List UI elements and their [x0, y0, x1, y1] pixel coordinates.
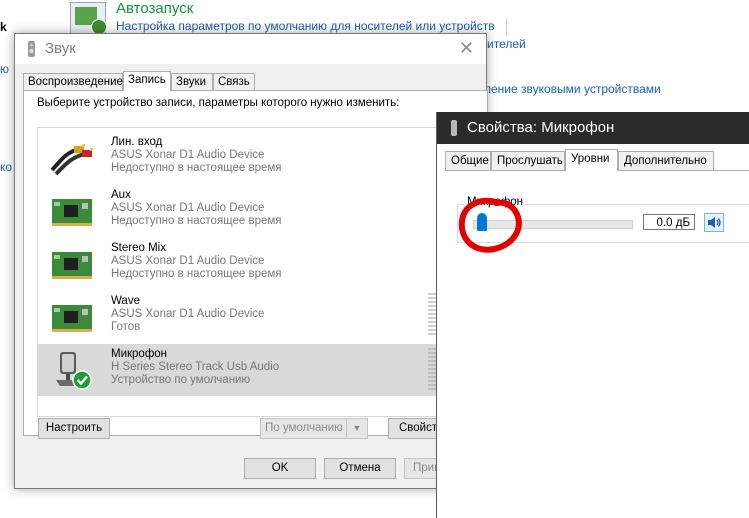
close-icon[interactable]: ✕ — [459, 38, 474, 59]
device-status: Недоступно в настоящее время — [111, 215, 282, 227]
level-value-field[interactable]: 0.0 дБ — [643, 214, 695, 230]
device-status: Устройство по умолчанию — [111, 374, 251, 386]
ok-button[interactable]: OK — [244, 458, 316, 479]
sound-card-icon — [52, 199, 92, 226]
list-item[interactable]: Лин. вход ASUS Xonar D1 Audio Device Нед… — [38, 132, 488, 184]
device-driver: ASUS Xonar D1 Audio Device — [111, 308, 265, 320]
left-fragment-2: ю — [0, 62, 9, 76]
mute-button[interactable] — [704, 213, 724, 232]
device-driver: ASUS Xonar D1 Audio Device — [111, 149, 265, 161]
list-item[interactable]: Aux ASUS Xonar D1 Audio Device Недоступн… — [38, 185, 488, 237]
speaker-volume-icon — [708, 217, 721, 228]
sound-dialog: Звук ✕ Воспроизведение Запись Звуки Связ… — [14, 33, 488, 489]
microphone-properties-dialog: Свойства: Микрофон Общие Прослушать Уров… — [436, 112, 749, 518]
microphone-icon — [56, 352, 92, 390]
device-driver: ASUS Xonar D1 Audio Device — [111, 202, 265, 214]
recording-panel: Выберите устройство записи, параметры ко… — [23, 90, 488, 439]
chevron-down-icon[interactable]: ▼ — [346, 419, 367, 438]
speaker-icon — [28, 41, 35, 57]
autorun-title[interactable]: Автозапуск — [116, 0, 193, 17]
set-default-button[interactable]: По умолчанию ▼ — [260, 418, 368, 439]
sound-card-icon — [52, 305, 92, 332]
device-name: Микрофон — [111, 348, 168, 360]
tab-advanced[interactable]: Дополнительно — [618, 151, 714, 170]
left-fragment-3: ко — [0, 160, 13, 174]
device-driver: H Series Stereo Track Usb Audio — [111, 361, 280, 373]
tab-recording[interactable]: Запись — [123, 71, 171, 91]
panel-hint: Выберите устройство записи, параметры ко… — [37, 97, 400, 109]
divider — [506, 18, 507, 36]
mic-dialog-titlebar[interactable]: Свойства: Микрофон — [437, 112, 749, 144]
background-link-partial-2[interactable]: ление звуковыми устройствами — [484, 82, 661, 96]
sound-card-icon — [52, 252, 92, 279]
tab-general[interactable]: Общие — [445, 151, 491, 170]
autorun-settings-link[interactable]: Настройка параметров по умолчанию для но… — [116, 19, 495, 33]
microphone-small-icon — [451, 120, 457, 136]
cancel-button[interactable]: Отмена — [324, 458, 396, 479]
device-status: Готов — [111, 321, 141, 333]
set-default-label: По умолчанию — [265, 422, 343, 434]
list-item[interactable]: Wave ASUS Xonar D1 Audio Device Готов — [38, 291, 488, 343]
list-item[interactable]: Stereo Mix ASUS Xonar D1 Audio Device Не… — [38, 238, 488, 290]
line-in-cable-icon — [50, 144, 93, 176]
list-item[interactable]: Микрофон H Series Stereo Track Usb Audio… — [38, 344, 488, 396]
device-list: Лин. вход ASUS Xonar D1 Audio Device Нед… — [37, 127, 488, 417]
tab-playback[interactable]: Воспроизведение — [23, 73, 123, 90]
sound-dialog-title: Звук — [45, 40, 76, 57]
device-status: Недоступно в настоящее время — [111, 162, 282, 174]
tab-listen[interactable]: Прослушать — [491, 151, 565, 170]
configure-button[interactable]: Настроить — [38, 418, 110, 439]
mic-dialog-title: Свойства: Микрофон — [467, 119, 615, 136]
tab-levels[interactable]: Уровни — [565, 149, 618, 171]
device-name: Wave — [111, 295, 140, 307]
tab-communications[interactable]: Связь — [213, 73, 255, 90]
tab-sounds[interactable]: Звуки — [171, 73, 213, 90]
background-link-partial-1[interactable]: ителей — [487, 37, 526, 51]
autorun-icon — [70, 2, 107, 35]
device-name: Stereo Mix — [111, 242, 166, 254]
device-name: Aux — [111, 189, 131, 201]
device-status: Недоступно в настоящее время — [111, 268, 282, 280]
sound-dialog-titlebar[interactable]: Звук ✕ — [15, 34, 486, 64]
device-name: Лин. вход — [111, 136, 163, 148]
red-circle-annotation — [458, 197, 522, 253]
device-driver: ASUS Xonar D1 Audio Device — [111, 255, 265, 267]
left-fragment-1: k — [0, 20, 7, 34]
